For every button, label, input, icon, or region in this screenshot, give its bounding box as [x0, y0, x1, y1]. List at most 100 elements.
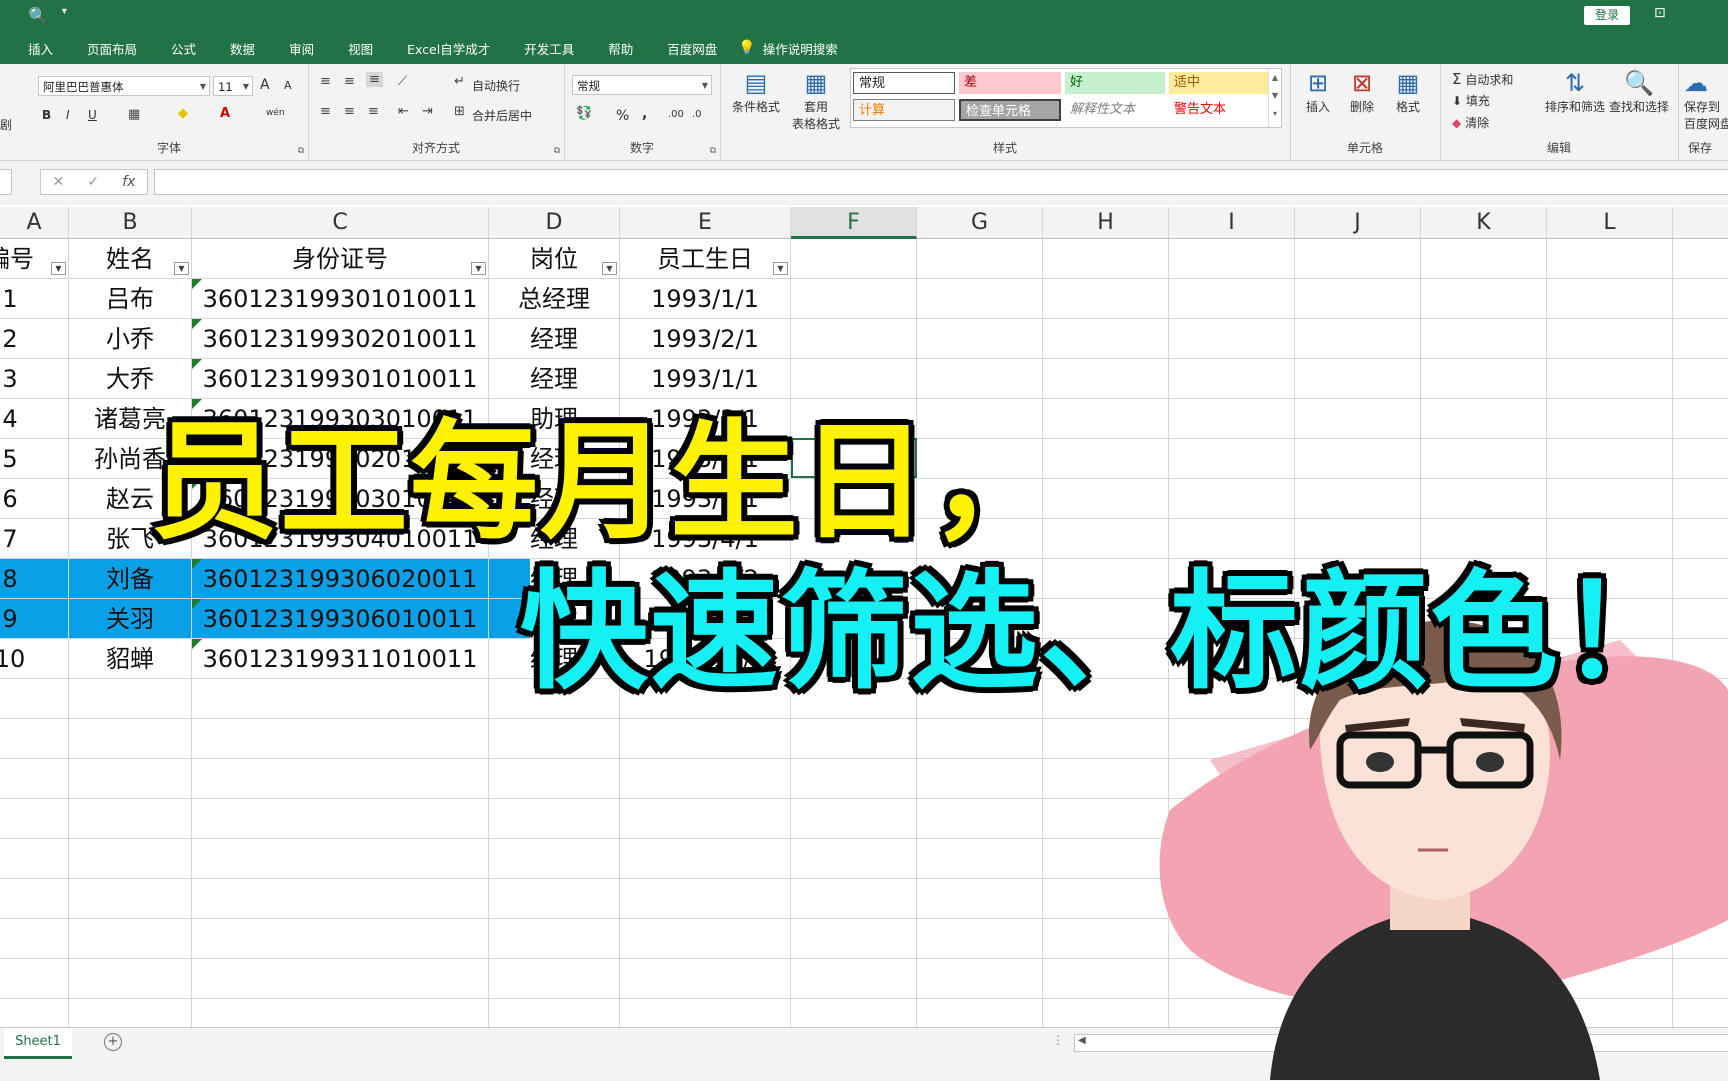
fill-color-icon[interactable]: ◆: [178, 106, 188, 121]
cell-id[interactable]: 3: [0, 359, 30, 399]
col-header-A[interactable]: A: [0, 207, 69, 239]
col-header-H[interactable]: H: [1043, 207, 1169, 239]
ribbon-display-icon[interactable]: ⊡: [1654, 5, 1666, 21]
wrap-text-icon[interactable]: ↵: [454, 74, 465, 89]
style-bad[interactable]: 差: [959, 72, 1061, 94]
cell-idcard[interactable]: 360123199306010011: [192, 599, 488, 639]
tab-view[interactable]: 视图: [331, 39, 390, 58]
col-header-G[interactable]: G: [917, 207, 1043, 239]
name-box[interactable]: [0, 169, 12, 195]
border-icon[interactable]: ▦: [128, 107, 140, 122]
tell-me-search[interactable]: 操作说明搜索: [746, 39, 855, 58]
header-cell-idcard[interactable]: 身份证号: [192, 239, 488, 279]
tab-data[interactable]: 数据: [213, 39, 272, 58]
filter-dropdown-icon[interactable]: ▼: [471, 262, 486, 275]
cell-id[interactable]: 6: [0, 479, 30, 519]
header-cell-birthday[interactable]: 员工生日: [620, 239, 790, 279]
filter-dropdown-icon[interactable]: ▼: [602, 262, 617, 275]
phonetic-button[interactable]: wén: [266, 108, 285, 118]
tab-formulas[interactable]: 公式: [154, 39, 213, 58]
decrease-indent-icon[interactable]: ⇤: [398, 104, 409, 119]
style-neutral[interactable]: 适中: [1169, 72, 1269, 94]
italic-button[interactable]: I: [66, 108, 70, 122]
col-header-K[interactable]: K: [1421, 207, 1547, 239]
cell-id[interactable]: 8: [0, 559, 30, 599]
tab-developer[interactable]: 开发工具: [507, 39, 591, 58]
filter-dropdown-icon[interactable]: ▼: [773, 262, 788, 275]
tab-insert[interactable]: 插入: [0, 39, 70, 58]
format-as-table-button[interactable]: ▦ 套用 表格格式: [786, 68, 846, 132]
col-header-E[interactable]: E: [620, 207, 791, 239]
cell-name[interactable]: 刘备: [69, 559, 191, 599]
cell-birthday[interactable]: 1993/1/1: [620, 279, 790, 319]
col-header-F[interactable]: F: [791, 207, 917, 239]
insert-cells-button[interactable]: ⊞ 插入: [1296, 68, 1340, 115]
align-bottom-icon[interactable]: ≡: [366, 72, 383, 87]
align-center-icon[interactable]: ≡: [344, 104, 355, 119]
accounting-format-icon[interactable]: 💱: [576, 106, 592, 121]
wrap-text-button[interactable]: 自动换行: [472, 77, 520, 94]
font-name-select[interactable]: 阿里巴巴普惠体 ▼: [38, 76, 210, 96]
number-format-select[interactable]: 常规 ▼: [572, 75, 712, 95]
col-header-C[interactable]: C: [192, 207, 489, 239]
style-normal[interactable]: 常规: [853, 72, 955, 94]
cell-id[interactable]: 4: [0, 399, 30, 439]
style-check-cell[interactable]: 检查单元格: [959, 99, 1061, 121]
comma-button[interactable]: ,: [642, 106, 647, 122]
sheet-tab-sheet1[interactable]: Sheet1: [4, 1028, 72, 1059]
sort-filter-button[interactable]: ⇅ 排序和筛选: [1542, 68, 1608, 115]
cell-id[interactable]: 9: [0, 599, 30, 639]
cell-name[interactable]: 貂蝉: [69, 639, 191, 679]
cell-id[interactable]: 2: [0, 319, 30, 359]
cell-idcard[interactable]: 360123199301010011: [192, 279, 488, 319]
cell-idcard[interactable]: 360123199302010011: [192, 319, 488, 359]
orientation-icon[interactable]: ⟋: [398, 74, 407, 89]
clear-button[interactable]: ◆ 清除: [1452, 114, 1489, 131]
cell-id[interactable]: 7: [0, 519, 30, 559]
tab-page-layout[interactable]: 页面布局: [70, 39, 154, 58]
header-cell-id[interactable]: 编号: [0, 239, 40, 279]
col-header-D[interactable]: D: [489, 207, 620, 239]
cell-name[interactable]: 关羽: [69, 599, 191, 639]
print-preview-icon[interactable]: 🔍: [28, 6, 48, 25]
tab-help[interactable]: 帮助: [591, 39, 650, 58]
shrink-font-button[interactable]: A: [284, 79, 292, 92]
col-header-I[interactable]: I: [1169, 207, 1295, 239]
login-button[interactable]: 登录: [1584, 6, 1630, 25]
header-cell-name[interactable]: 姓名: [69, 239, 191, 279]
cell-id[interactable]: 10: [0, 639, 30, 679]
style-explanatory[interactable]: 解释性文本: [1065, 99, 1165, 121]
conditional-format-button[interactable]: ▤ 条件格式: [728, 68, 784, 115]
dialog-launcher-icon[interactable]: ⧉: [298, 146, 304, 156]
fill-button[interactable]: ⬇ 填充: [1452, 92, 1490, 109]
tab-excel-self-study[interactable]: Excel自学成才: [390, 39, 507, 58]
merge-center-icon[interactable]: ⊞: [454, 104, 465, 119]
col-header-L[interactable]: L: [1547, 207, 1673, 239]
decrease-decimal-button[interactable]: .0: [692, 109, 702, 120]
align-right-icon[interactable]: ≡: [368, 104, 379, 119]
cell-idcard[interactable]: 360123199306020011: [192, 559, 488, 599]
qat-dropdown-icon[interactable]: ▾: [62, 6, 67, 25]
merge-center-button[interactable]: 合并后居中: [472, 107, 532, 124]
cell-position[interactable]: 经理: [489, 319, 619, 359]
scroll-left-icon[interactable]: ◀: [1078, 1035, 1086, 1046]
filter-dropdown-icon[interactable]: ▼: [51, 262, 66, 275]
tab-baidu-netdisk[interactable]: 百度网盘: [650, 39, 734, 58]
grow-font-button[interactable]: A: [260, 77, 270, 93]
align-middle-icon[interactable]: ≡: [344, 74, 355, 89]
col-header-J[interactable]: J: [1295, 207, 1421, 239]
col-header-B[interactable]: B: [69, 207, 192, 239]
style-good[interactable]: 好: [1065, 72, 1165, 94]
formula-input[interactable]: [154, 169, 1728, 195]
save-to-baidu-button[interactable]: ☁ 保存到 百度网盘: [1684, 68, 1728, 132]
header-cell-position[interactable]: 岗位: [489, 239, 619, 279]
add-sheet-icon[interactable]: +: [104, 1033, 122, 1051]
splitter-handle-icon[interactable]: ⋮: [1052, 1033, 1064, 1047]
style-calculation[interactable]: 计算: [853, 99, 955, 121]
cell-id[interactable]: 1: [0, 279, 30, 319]
delete-cells-button[interactable]: ⊠ 删除: [1340, 68, 1384, 115]
font-size-select[interactable]: 11 ▼: [213, 76, 253, 96]
align-top-icon[interactable]: ≡: [320, 74, 331, 89]
align-left-icon[interactable]: ≡: [320, 104, 331, 119]
cell-id[interactable]: 5: [0, 439, 30, 479]
